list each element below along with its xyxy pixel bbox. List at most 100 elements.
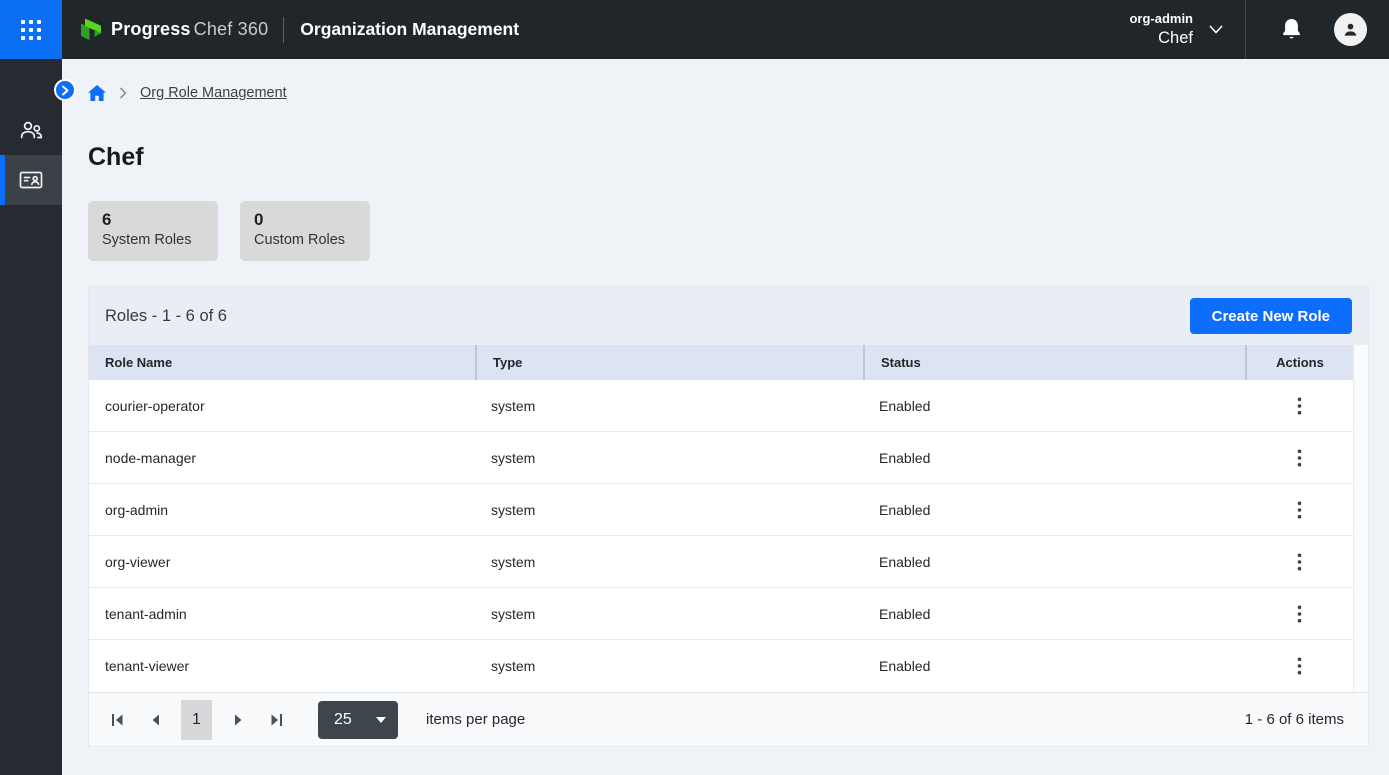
- cell-status: Enabled: [863, 606, 1245, 622]
- kebab-menu-icon: [1297, 605, 1302, 623]
- next-page-button[interactable]: [226, 708, 250, 732]
- kebab-menu-icon: [1297, 657, 1302, 675]
- org-switcher[interactable]: org-admin Chef: [1129, 11, 1223, 49]
- column-header-type: Type: [475, 345, 863, 380]
- row-actions-menu-button[interactable]: [1287, 549, 1312, 575]
- brand-chef360-text: Chef 360: [194, 19, 269, 40]
- sidebar-item-roles[interactable]: [0, 155, 62, 205]
- top-header: Progress Chef 360 Organization Managemen…: [0, 0, 1389, 59]
- cell-type: system: [475, 502, 863, 518]
- table-row: courier-operator system Enabled: [89, 380, 1353, 432]
- table-row: org-viewer system Enabled: [89, 536, 1353, 588]
- cell-status: Enabled: [863, 398, 1245, 414]
- kebab-menu-icon: [1297, 449, 1302, 467]
- cell-status: Enabled: [863, 658, 1245, 674]
- cell-type: system: [475, 450, 863, 466]
- scrollbar-track: [1353, 345, 1368, 692]
- page-size-value: 25: [334, 711, 352, 729]
- cell-type: system: [475, 398, 863, 414]
- breadcrumb-home-button[interactable]: [88, 85, 106, 101]
- dropdown-caret-icon: [376, 717, 386, 723]
- cell-type: system: [475, 606, 863, 622]
- app-launcher-button[interactable]: [0, 0, 62, 59]
- kebab-menu-icon: [1297, 501, 1302, 519]
- active-indicator: [0, 155, 5, 205]
- cell-role-name: tenant-viewer: [89, 658, 475, 674]
- row-actions-menu-button[interactable]: [1287, 653, 1312, 679]
- cell-status: Enabled: [863, 450, 1245, 466]
- stat-card-system-roles: 6 System Roles: [88, 201, 218, 261]
- cell-role-name: node-manager: [89, 450, 475, 466]
- row-actions-menu-button[interactable]: [1287, 393, 1312, 419]
- chevron-down-icon: [1209, 25, 1223, 34]
- cell-role-name: courier-operator: [89, 398, 475, 414]
- bell-icon: [1280, 17, 1303, 42]
- main-content: Org Role Management Chef 6 System Roles …: [62, 59, 1389, 747]
- last-page-icon: [270, 713, 283, 727]
- table-row: tenant-viewer system Enabled: [89, 640, 1353, 692]
- items-per-page-label: items per page: [426, 711, 525, 728]
- breadcrumb: Org Role Management: [88, 59, 1389, 104]
- org-name: Chef: [1129, 28, 1193, 49]
- kebab-menu-icon: [1297, 397, 1302, 415]
- sidebar-expand-button[interactable]: [54, 79, 76, 101]
- page-title: Chef: [88, 143, 1389, 172]
- column-header-role-name: Role Name: [89, 345, 475, 380]
- id-card-icon: [18, 168, 44, 192]
- home-icon: [88, 85, 106, 101]
- cell-role-name: org-admin: [89, 502, 475, 518]
- current-page-button[interactable]: 1: [181, 700, 212, 740]
- table-header-row: Role Name Type Status Actions: [89, 345, 1353, 380]
- brand-progress-text: Progress: [111, 19, 191, 40]
- progress-chevron-icon: [79, 17, 103, 43]
- breadcrumb-link-org-role-management[interactable]: Org Role Management: [140, 85, 287, 101]
- sidebar-item-users[interactable]: [0, 105, 62, 155]
- table-row: tenant-admin system Enabled: [89, 588, 1353, 640]
- cell-type: system: [475, 658, 863, 674]
- users-icon: [17, 118, 45, 142]
- panel-header: Roles - 1 - 6 of 6 Create New Role: [89, 287, 1368, 345]
- cell-status: Enabled: [863, 554, 1245, 570]
- row-actions-menu-button[interactable]: [1287, 445, 1312, 471]
- breadcrumb-separator-icon: [119, 87, 127, 99]
- table-row: node-manager system Enabled: [89, 432, 1353, 484]
- stat-value: 0: [254, 210, 356, 230]
- pagination: 1 25 items per page: [105, 700, 525, 740]
- column-header-actions: Actions: [1245, 345, 1353, 380]
- pagination-summary: 1 - 6 of 6 items: [1245, 711, 1344, 728]
- topbar-section-divider: [1245, 0, 1246, 59]
- previous-page-button[interactable]: [143, 708, 167, 732]
- table-row: org-admin system Enabled: [89, 484, 1353, 536]
- next-page-icon: [234, 714, 243, 726]
- last-page-button[interactable]: [264, 708, 288, 732]
- left-sidebar: [0, 59, 62, 775]
- cell-role-name: org-viewer: [89, 554, 475, 570]
- row-actions-menu-button[interactable]: [1287, 601, 1312, 627]
- brand-logo: Progress Chef 360: [79, 17, 268, 43]
- first-page-button[interactable]: [105, 708, 129, 732]
- table-footer: 1 25 items per page 1 - 6 of 6 items: [89, 692, 1368, 746]
- stats-row: 6 System Roles 0 Custom Roles: [88, 201, 1389, 261]
- create-new-role-button[interactable]: Create New Role: [1190, 298, 1352, 334]
- roles-panel: Roles - 1 - 6 of 6 Create New Role Role …: [88, 286, 1369, 747]
- stat-value: 6: [102, 210, 204, 230]
- avatar-person-icon: [1341, 20, 1360, 39]
- chevron-right-icon: [61, 85, 70, 96]
- roles-table: Role Name Type Status Actions courier-op…: [89, 345, 1368, 692]
- first-page-icon: [111, 713, 124, 727]
- previous-page-icon: [151, 714, 160, 726]
- topbar-divider: [283, 17, 284, 43]
- cell-status: Enabled: [863, 502, 1245, 518]
- stat-label: Custom Roles: [254, 232, 356, 248]
- column-header-status: Status: [863, 345, 1245, 380]
- row-actions-menu-button[interactable]: [1287, 497, 1312, 523]
- apps-grid-icon: [21, 20, 41, 40]
- app-title: Organization Management: [300, 19, 519, 40]
- stat-card-custom-roles: 0 Custom Roles: [240, 201, 370, 261]
- cell-type: system: [475, 554, 863, 570]
- account-button[interactable]: [1334, 13, 1367, 46]
- notifications-button[interactable]: [1280, 17, 1303, 42]
- panel-title: Roles - 1 - 6 of 6: [105, 307, 227, 326]
- page-size-select[interactable]: 25: [318, 701, 398, 739]
- cell-role-name: tenant-admin: [89, 606, 475, 622]
